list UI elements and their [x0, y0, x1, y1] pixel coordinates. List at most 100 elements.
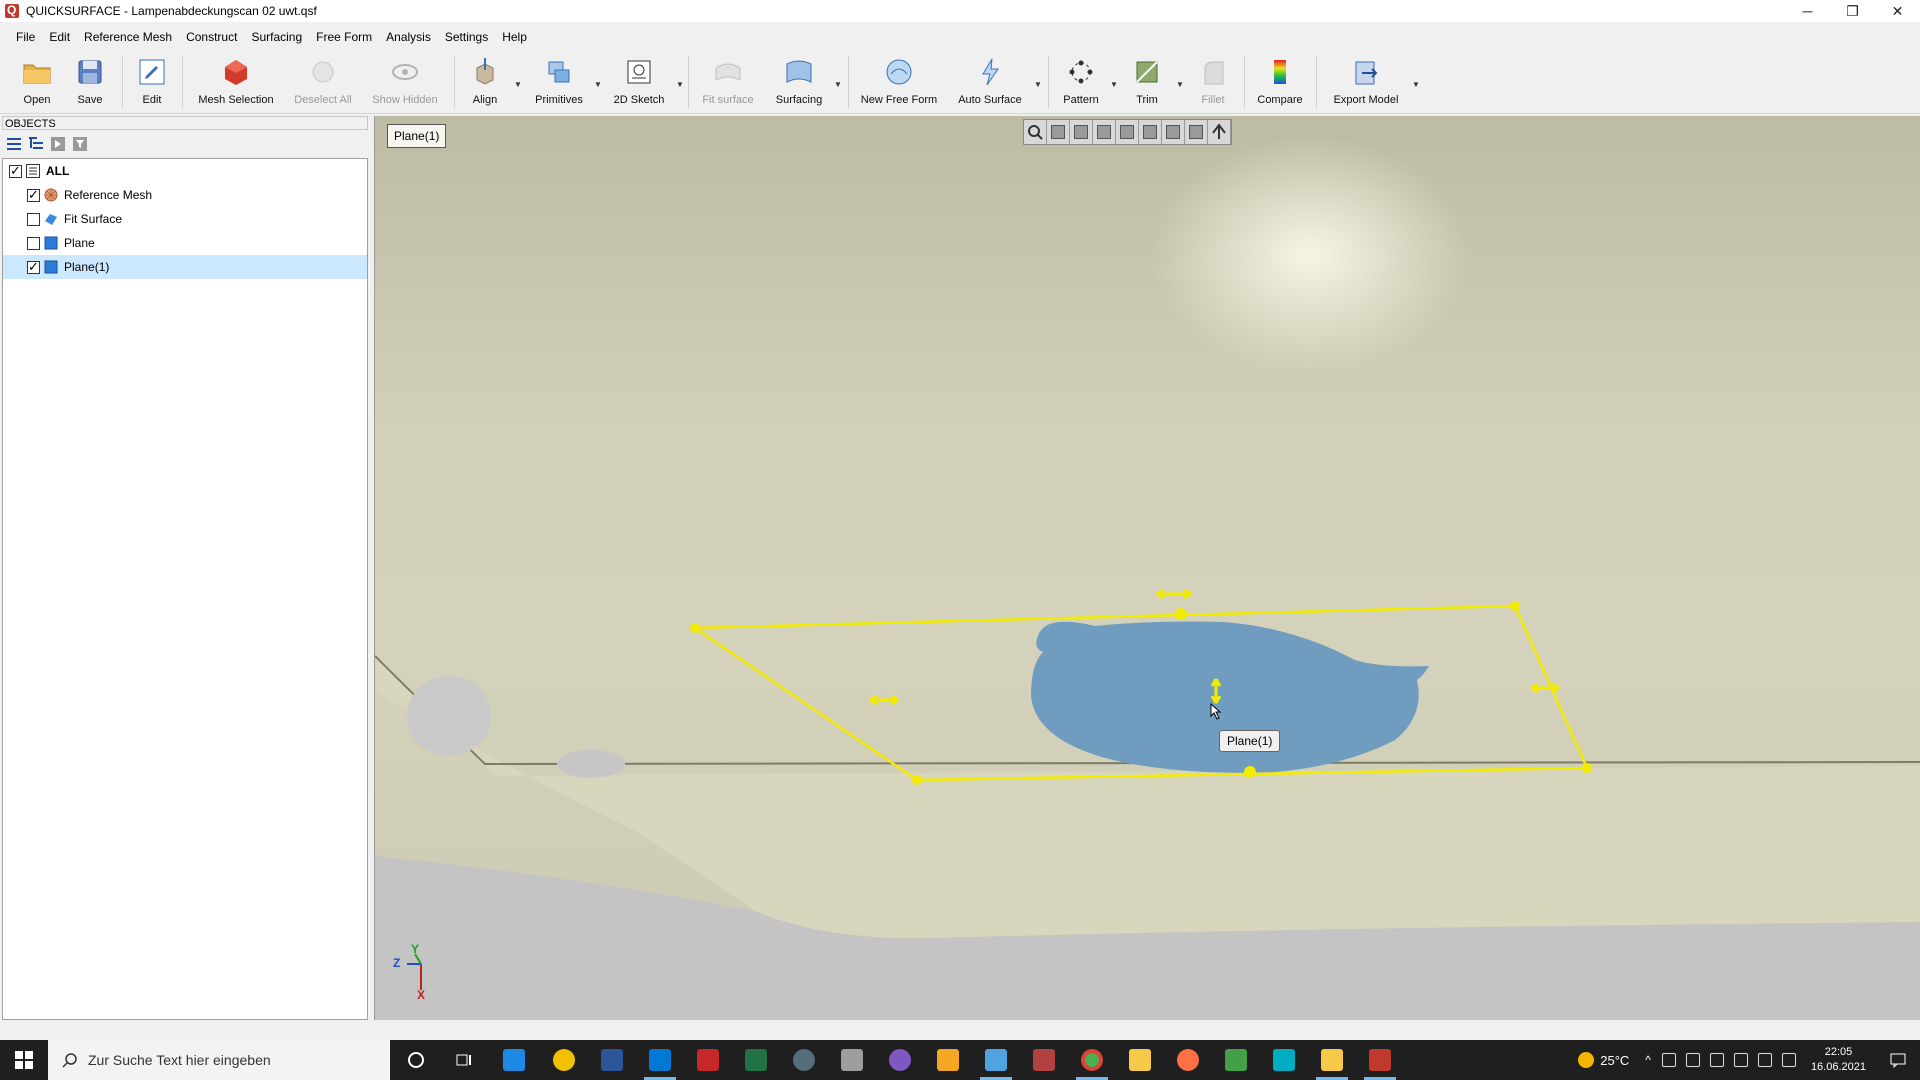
- task-view-icon[interactable]: [440, 1040, 488, 1080]
- app-bird-icon[interactable]: [972, 1040, 1020, 1080]
- align-button[interactable]: Align: [470, 56, 500, 112]
- app-cyan-icon[interactable]: [1260, 1040, 1308, 1080]
- notification-icon[interactable]: [1876, 1040, 1920, 1080]
- compare-button[interactable]: Compare: [1256, 56, 1304, 112]
- sketch-dropdown-arrow[interactable]: ▼: [676, 80, 684, 89]
- primitives-dropdown-arrow[interactable]: ▼: [594, 80, 602, 89]
- pattern-dropdown-arrow[interactable]: ▼: [1110, 80, 1118, 89]
- 3d-viewport[interactable]: Plane(1) Plane(1) Z Y X: [374, 116, 1920, 1020]
- menu-free-form[interactable]: Free Form: [309, 26, 379, 48]
- close-button[interactable]: ✕: [1875, 0, 1920, 22]
- menu-settings[interactable]: Settings: [438, 26, 495, 48]
- menu-analysis[interactable]: Analysis: [379, 26, 438, 48]
- app-green-icon[interactable]: [1212, 1040, 1260, 1080]
- app-globe-icon[interactable]: [780, 1040, 828, 1080]
- checkbox-all[interactable]: [9, 163, 22, 179]
- tray-icon-2[interactable]: [1685, 1053, 1700, 1067]
- pattern-button[interactable]: Pattern: [1062, 56, 1100, 112]
- filter-icon[interactable]: [72, 136, 88, 152]
- tree-row-all[interactable]: ALL: [3, 159, 367, 183]
- view-top-icon[interactable]: [1139, 120, 1162, 144]
- tree-row-plane-1[interactable]: Plane(1): [3, 255, 367, 279]
- expand-icon[interactable]: [50, 136, 66, 152]
- tree-row-reference-mesh[interactable]: Reference Mesh: [3, 183, 367, 207]
- view-front-icon[interactable]: [1047, 120, 1070, 144]
- tree-row-plane[interactable]: Plane: [3, 231, 367, 255]
- checkbox-fit-surface[interactable]: [27, 212, 40, 226]
- deselect-all-button[interactable]: Deselect All: [292, 56, 354, 112]
- file-explorer-icon[interactable]: [1116, 1040, 1164, 1080]
- app-gray-icon[interactable]: [828, 1040, 876, 1080]
- fillet-button[interactable]: Fillet: [1198, 56, 1228, 112]
- app-norton-icon[interactable]: [540, 1040, 588, 1080]
- menu-surfacing[interactable]: Surfacing: [244, 26, 309, 48]
- open-button[interactable]: Open: [20, 56, 54, 112]
- menu-edit[interactable]: Edit: [42, 26, 77, 48]
- floppy-disk-icon: [74, 56, 106, 88]
- toolbar-separator: [1244, 56, 1245, 108]
- view-iso-icon[interactable]: [1185, 120, 1208, 144]
- minimize-button[interactable]: ─: [1785, 0, 1830, 22]
- word-icon[interactable]: [588, 1040, 636, 1080]
- taskbar-search[interactable]: Zur Suche Text hier eingeben: [48, 1040, 390, 1080]
- surfacing-button[interactable]: Surfacing: [774, 56, 824, 112]
- tray-icon-3[interactable]: [1709, 1053, 1724, 1067]
- menu-help[interactable]: Help: [495, 26, 534, 48]
- primitives-button[interactable]: Primitives: [534, 56, 584, 112]
- align-dropdown-arrow[interactable]: ▼: [514, 80, 522, 89]
- surfacing-dropdown-arrow[interactable]: ▼: [834, 80, 842, 89]
- trim-button[interactable]: Trim: [1134, 56, 1160, 112]
- folder-app-icon[interactable]: [1308, 1040, 1356, 1080]
- edit-button[interactable]: Edit: [138, 56, 166, 112]
- excel-icon[interactable]: [732, 1040, 780, 1080]
- quicksurface-taskbar-icon[interactable]: [1356, 1040, 1404, 1080]
- checkbox-plane[interactable]: [27, 236, 40, 250]
- app-red-icon[interactable]: [684, 1040, 732, 1080]
- checkbox-reference-mesh[interactable]: [27, 187, 40, 203]
- app-blue-icon[interactable]: [490, 1040, 538, 1080]
- app-disc-icon[interactable]: [1164, 1040, 1212, 1080]
- app-cube-icon[interactable]: [1020, 1040, 1068, 1080]
- save-button[interactable]: Save: [74, 56, 106, 112]
- start-button[interactable]: [0, 1040, 48, 1080]
- chevron-up-icon[interactable]: ^: [1645, 1053, 1651, 1067]
- auto-surface-button[interactable]: Auto Surface: [956, 56, 1024, 112]
- weather-temperature[interactable]: 25°C: [1600, 1053, 1629, 1068]
- tree-view-icon[interactable]: [28, 136, 44, 152]
- export-model-button[interactable]: Export Model: [1330, 56, 1402, 112]
- app-orange-icon[interactable]: [924, 1040, 972, 1080]
- menu-file[interactable]: File: [0, 26, 42, 48]
- view-right-icon[interactable]: [1116, 120, 1139, 144]
- fit-surface-button[interactable]: Fit surface: [700, 56, 756, 112]
- new-free-form-button[interactable]: New Free Form: [860, 56, 938, 112]
- restore-button[interactable]: ❐: [1830, 0, 1875, 22]
- checkbox-plane-1[interactable]: [27, 259, 40, 275]
- network-icon[interactable]: [1733, 1053, 1748, 1067]
- list-view-icon[interactable]: [6, 136, 22, 152]
- weather-sun-icon[interactable]: [1578, 1052, 1595, 1068]
- volume-icon[interactable]: [1781, 1053, 1796, 1067]
- folder-icon: [21, 56, 53, 88]
- battery-icon[interactable]: [1757, 1053, 1772, 1067]
- mesh-selection-button[interactable]: Mesh Selection: [196, 56, 276, 112]
- view-orientation-icon[interactable]: [1208, 120, 1231, 144]
- tray-icon-1[interactable]: [1661, 1053, 1676, 1067]
- outlook-icon[interactable]: [636, 1040, 684, 1080]
- taskbar-clock[interactable]: 22:05 16.06.2021: [1811, 1045, 1866, 1075]
- menu-reference-mesh[interactable]: Reference Mesh: [77, 26, 179, 48]
- view-bottom-icon[interactable]: [1162, 120, 1185, 144]
- tree-row-fit-surface[interactable]: Fit Surface: [3, 207, 367, 231]
- clock-date: 16.06.2021: [1810, 1061, 1866, 1073]
- zoom-fit-icon[interactable]: [1024, 120, 1047, 144]
- 2d-sketch-button[interactable]: 2D Sketch: [612, 56, 666, 112]
- trim-dropdown-arrow[interactable]: ▼: [1176, 80, 1184, 89]
- view-left-icon[interactable]: [1093, 120, 1116, 144]
- chrome-icon[interactable]: [1068, 1040, 1116, 1080]
- show-hidden-button[interactable]: Show Hidden: [368, 56, 442, 112]
- menu-construct[interactable]: Construct: [179, 26, 244, 48]
- app-purple-icon[interactable]: [876, 1040, 924, 1080]
- export-dropdown-arrow[interactable]: ▼: [1412, 80, 1420, 89]
- auto-surface-dropdown-arrow[interactable]: ▼: [1034, 80, 1042, 89]
- cortana-icon[interactable]: [392, 1040, 440, 1080]
- view-back-icon[interactable]: [1070, 120, 1093, 144]
